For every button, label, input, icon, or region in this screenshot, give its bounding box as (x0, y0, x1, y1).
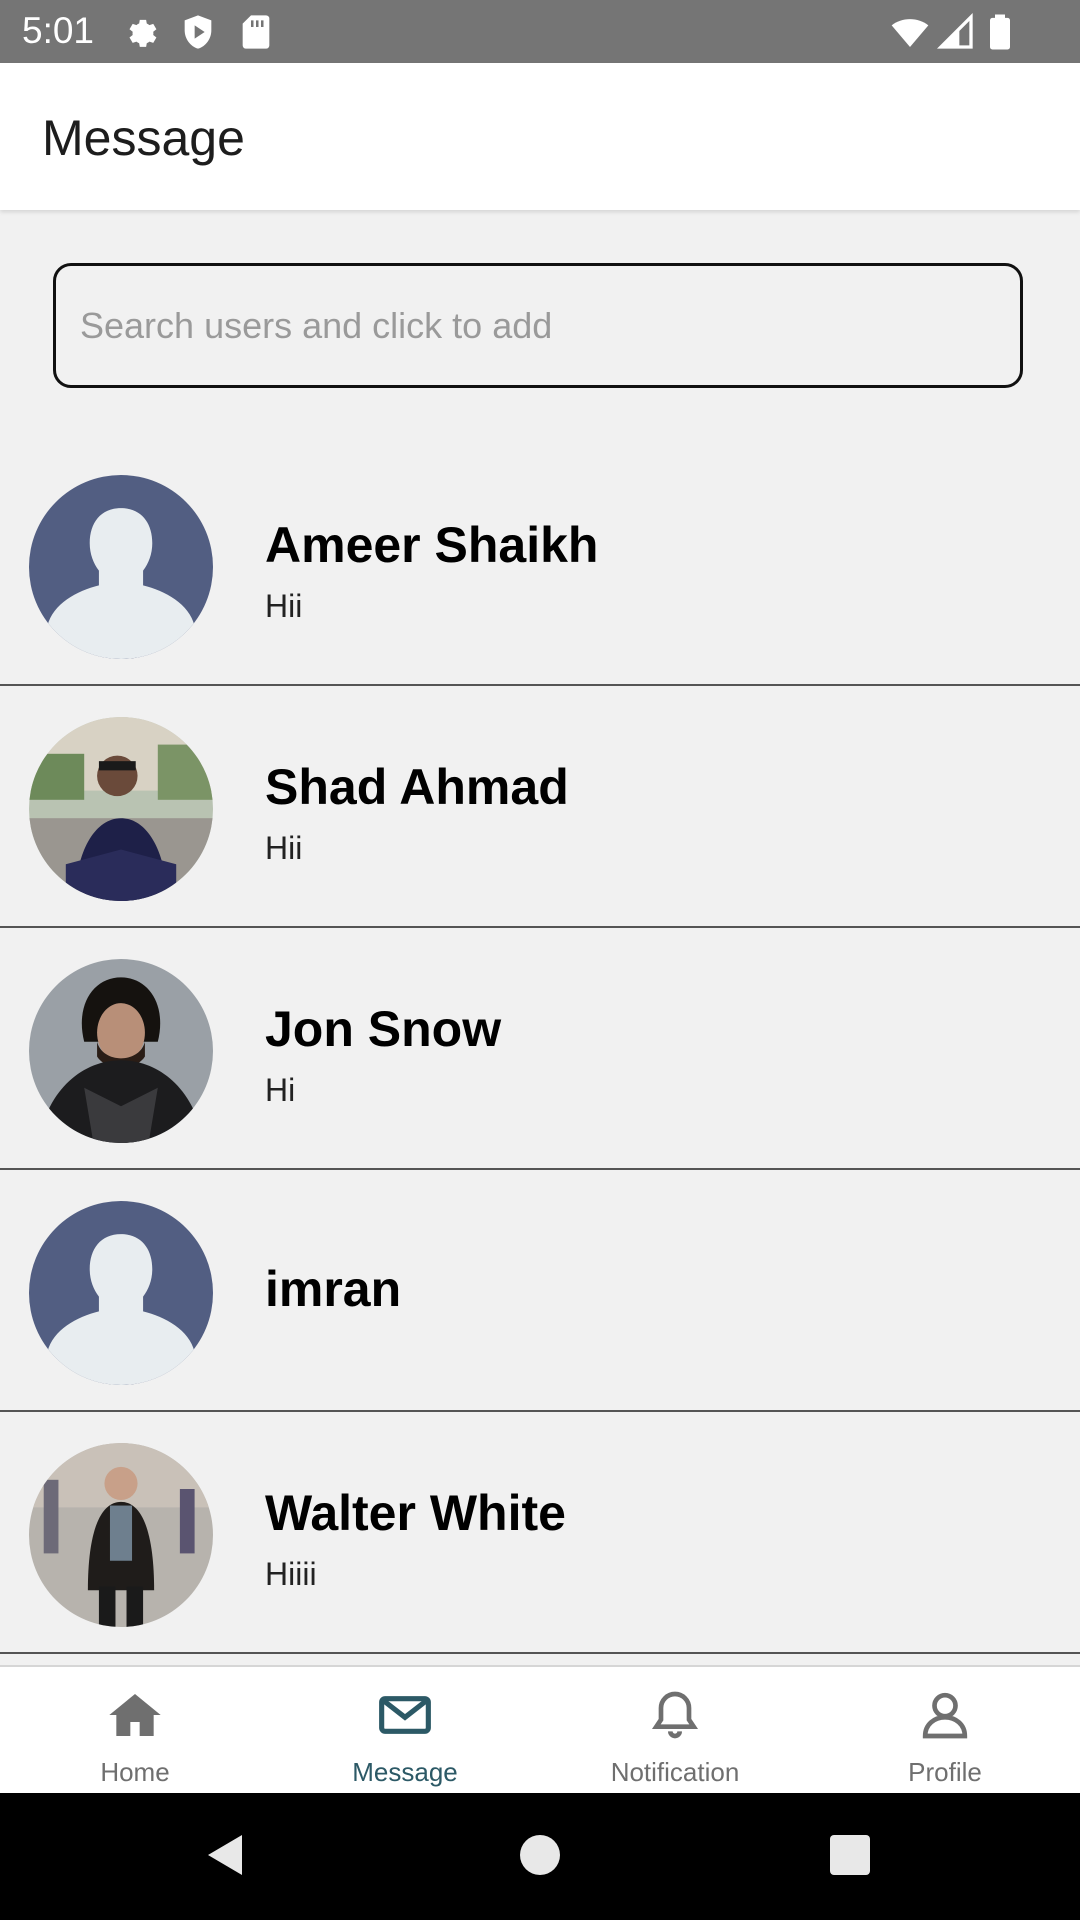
gear-icon (129, 19, 157, 47)
bell-icon (651, 1691, 699, 1739)
photo-avatar (29, 1443, 213, 1627)
last-message: Hiiii (265, 1556, 317, 1592)
mail-icon (379, 1696, 431, 1734)
default-avatar (29, 475, 213, 659)
home-icon (109, 1694, 161, 1736)
conversation-list: Ameer Shaikh Hii Shad Ahmad Hii Jon Snow… (0, 444, 1080, 1654)
last-message: Hii (265, 588, 303, 624)
contact-name: Walter White (265, 1485, 566, 1541)
nav-label: Message (352, 1757, 458, 1787)
nav-notification[interactable]: Notification (540, 1667, 810, 1795)
person-icon (922, 1692, 968, 1739)
contact-name: Ameer Shaikh (265, 517, 599, 573)
nav-home[interactable]: Home (0, 1667, 270, 1795)
nav-label: Home (100, 1757, 170, 1787)
conversation-row[interactable]: Walter White Hiiii (0, 1412, 1080, 1654)
contact-name: imran (265, 1261, 402, 1317)
recents-icon[interactable] (826, 1831, 874, 1879)
status-bar: 5:01 (0, 0, 1080, 63)
nav-label: Notification (610, 1757, 740, 1787)
contact-name: Shad Ahmad (265, 759, 569, 815)
nav-message[interactable]: Message (270, 1667, 540, 1795)
conversation-row[interactable]: Shad Ahmad Hii (0, 686, 1080, 928)
system-nav-bar (0, 1793, 1080, 1920)
app-bar: Message (0, 63, 1080, 210)
last-message: Hi (265, 1072, 296, 1108)
conversation-row[interactable]: imran (0, 1170, 1080, 1412)
photo-avatar (29, 717, 213, 901)
photo-avatar (29, 959, 213, 1143)
contact-name: Jon Snow (265, 1001, 502, 1057)
search-input[interactable] (53, 263, 1023, 388)
default-avatar (29, 1201, 213, 1385)
bottom-nav: Home Message Notification Profile (0, 1665, 1080, 1795)
status-time: 5:01 (22, 10, 95, 51)
wifi-icon (891, 19, 929, 47)
battery-icon (990, 14, 1010, 50)
back-icon[interactable] (202, 1831, 250, 1879)
shield-icon (184, 15, 212, 49)
signal-icon (936, 12, 973, 49)
conversation-row[interactable]: Jon Snow Hi (0, 928, 1080, 1170)
page-title: Message (42, 110, 245, 166)
nav-label: Profile (908, 1757, 982, 1787)
nav-profile[interactable]: Profile (810, 1667, 1080, 1795)
last-message: Hii (265, 830, 303, 866)
sd-card-icon (242, 15, 270, 49)
conversation-row[interactable]: Ameer Shaikh Hii (0, 444, 1080, 686)
home-button-icon[interactable] (516, 1831, 564, 1879)
